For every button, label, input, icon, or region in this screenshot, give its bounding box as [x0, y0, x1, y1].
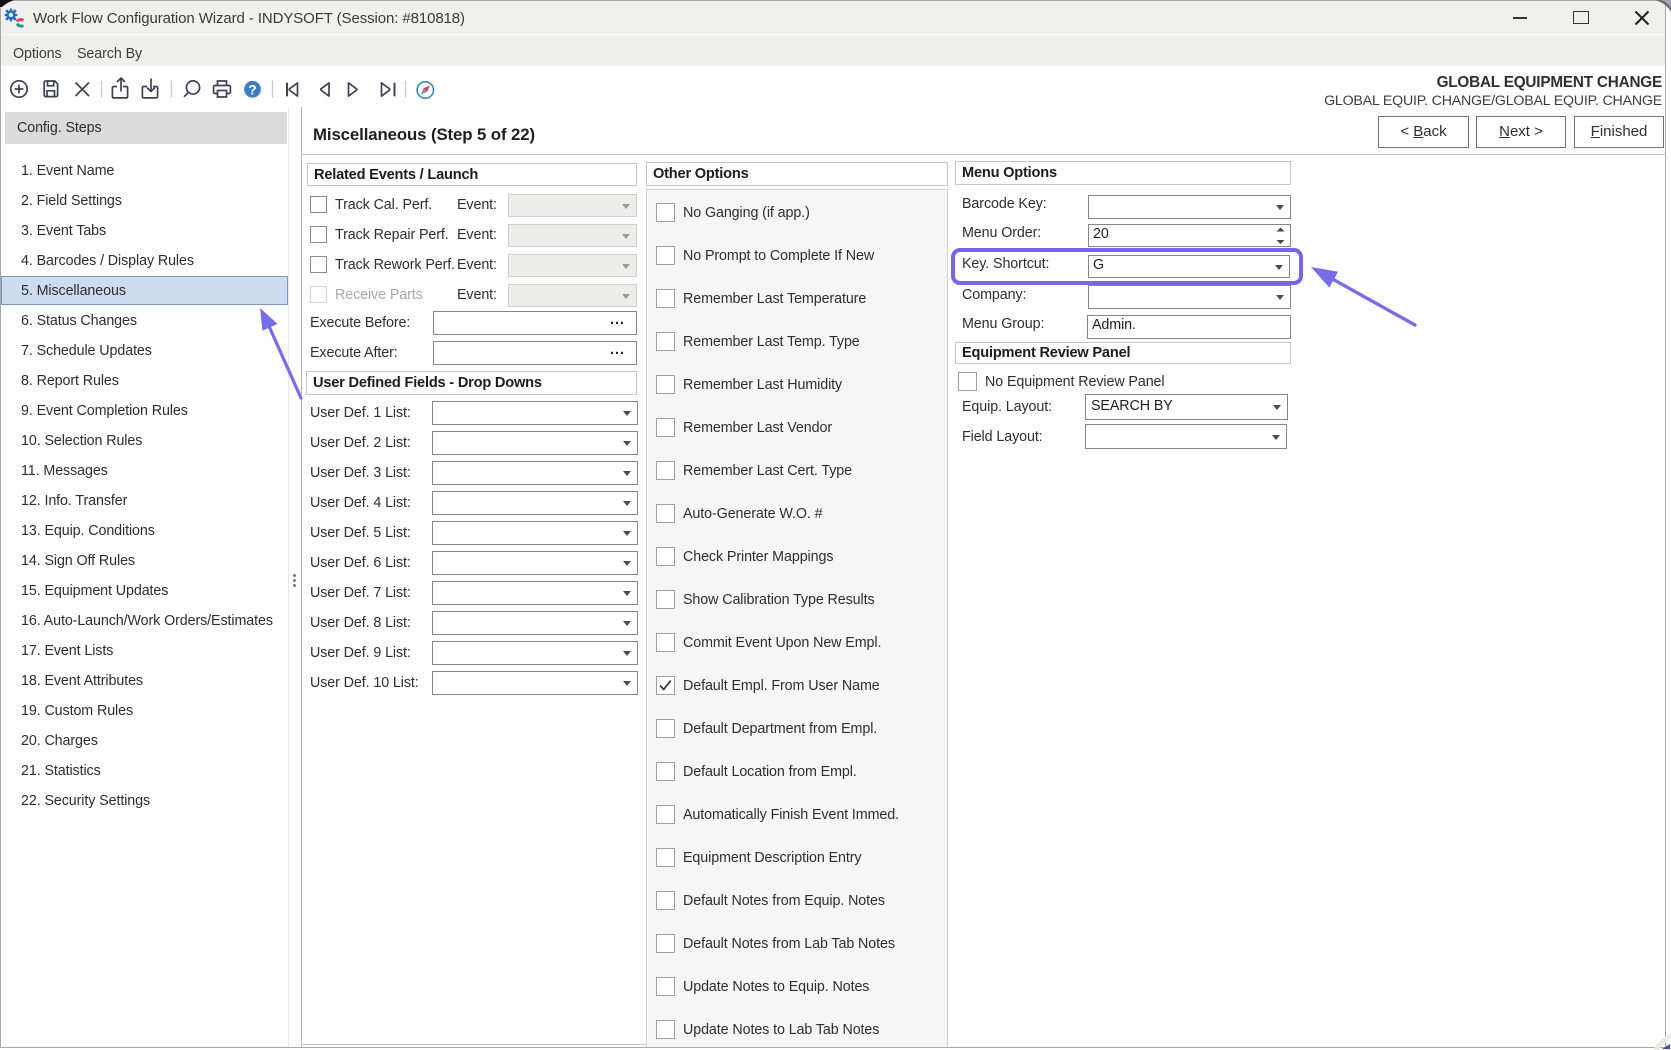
- svg-text:?: ?: [248, 82, 256, 97]
